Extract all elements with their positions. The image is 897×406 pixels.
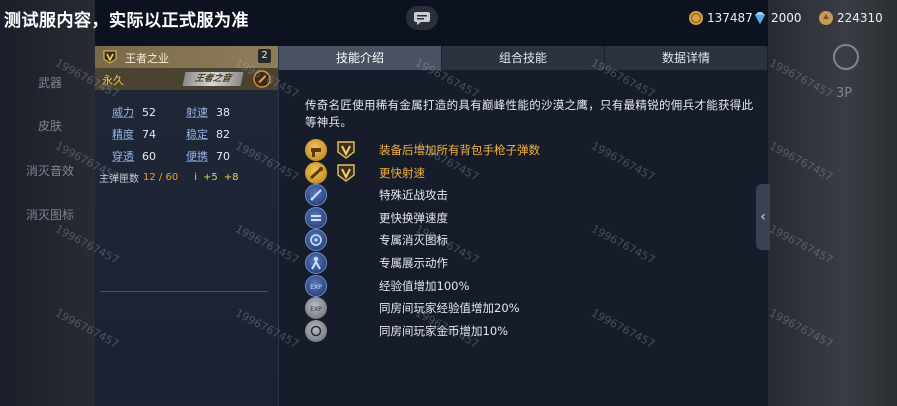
chat-button[interactable] — [406, 6, 438, 30]
vip-v-icon — [337, 163, 355, 182]
stat-penetration: 穿透 60 — [112, 148, 156, 164]
diamond-counter: 2000 — [752, 10, 802, 26]
weapon-description: 传奇名匠使用稀有金属打造的具有巅峰性能的沙漠之鹰，只有最精锐的佣兵才能获得此等神… — [305, 98, 754, 129]
ammo-label: 主弹匣数 — [99, 174, 139, 185]
side-tab-weapon[interactable]: 武器 — [10, 74, 90, 91]
king-tag-badge: 王者之音 — [182, 72, 244, 86]
gold-coin-icon — [689, 11, 703, 25]
fire-rate-icon — [305, 161, 327, 184]
skill-row: 更快射速 — [305, 161, 745, 184]
weapon-name: 王者之业 — [125, 52, 169, 65]
tab-combo-skill[interactable]: 组合技能 — [442, 46, 605, 70]
pistol-ammo-icon — [305, 139, 327, 161]
stat-value: 60 — [142, 149, 156, 163]
background-right — [768, 0, 897, 406]
skill-name: 专属消灭图标 — [379, 233, 448, 248]
svg-text:EXP: EXP — [310, 306, 322, 313]
stat-label: 稳定 — [186, 128, 208, 141]
side-tab-skin[interactable]: 皮肤 — [10, 117, 90, 134]
diamond-icon — [755, 12, 765, 24]
skill-name: 装备后增加所有背包手枪子弹数 — [379, 143, 540, 157]
room-exp-icon: EXP — [305, 297, 327, 320]
skill-row: 特殊近战攻击 — [305, 184, 745, 207]
ammo-bonus-1: +5 — [202, 172, 218, 183]
diamond-value: 2000 — [771, 11, 802, 25]
stat-value: 74 — [142, 127, 156, 141]
skill-name: 特殊近战攻击 — [379, 188, 448, 203]
stat-accuracy: 精度 74 — [112, 126, 156, 142]
vip-v-icon — [103, 50, 117, 64]
gold-coin-value: 137487 — [707, 11, 753, 25]
test-server-notice: 测试服内容，实际以正式服为准 — [4, 11, 249, 31]
stat-value: 38 — [216, 105, 230, 119]
side-tab-kill-icon[interactable]: 消灭图标 — [10, 206, 90, 223]
ammo-value: 12 / 60 — [143, 172, 179, 183]
weapon-info-panel: 王者之业 2 永久 王者之音 威力 52 射速 38 精度 74 稳定 82 穿… — [95, 46, 279, 406]
reload-speed-icon — [305, 206, 327, 229]
stat-portability: 便携 70 — [186, 148, 230, 164]
chat-bubble-icon — [414, 12, 430, 25]
stat-value: 70 — [216, 149, 230, 163]
weapon-emblem-icon — [253, 70, 271, 88]
weapon-count-badge: 2 — [258, 49, 271, 63]
side-tab-kill-sound[interactable]: 消灭音效 — [10, 162, 90, 179]
melee-attack-icon — [305, 184, 327, 207]
stat-label: 精度 — [112, 128, 134, 141]
stat-fire-rate: 射速 38 — [186, 104, 230, 120]
stat-power: 威力 52 — [112, 104, 156, 120]
skill-row: 专属展示动作 — [305, 252, 745, 274]
skill-name: 专属展示动作 — [379, 256, 448, 270]
ammo-bonus-icon: i — [194, 172, 197, 183]
skill-name: 经验值增加100% — [379, 278, 470, 293]
stat-label: 威力 — [112, 106, 134, 119]
divider — [100, 291, 268, 292]
target-icon[interactable] — [833, 44, 859, 70]
vip-v-icon — [337, 141, 355, 159]
tab-bar: 技能介绍 组合技能 数据详情 — [279, 46, 768, 70]
skill-row: EXP 同房间玩家经验值增加20% — [305, 297, 745, 320]
skill-row: EXP 经验值增加100% — [305, 274, 745, 297]
display-action-icon — [305, 252, 327, 274]
stat-label: 便携 — [186, 150, 208, 163]
stat-value: 82 — [216, 127, 230, 141]
tab-data-details[interactable]: 数据详情 — [605, 46, 768, 70]
ammo-info: 主弹匣数 12 / 60 i +5 +8 — [99, 170, 238, 185]
tab-skill-intro[interactable]: 技能介绍 — [279, 46, 442, 70]
skill-name: 同房间玩家经验值增加20% — [379, 301, 520, 316]
skill-row: 专属消灭图标 — [305, 229, 745, 252]
honor-coin-icon — [819, 11, 833, 25]
honor-coin-value: 224310 — [837, 11, 883, 25]
kill-icon-icon — [305, 229, 327, 252]
stat-label: 射速 — [186, 106, 208, 119]
gold-coin-counter: 137487 — [688, 10, 753, 26]
background-left: 武器 皮肤 消灭音效 消灭图标 — [0, 0, 95, 406]
skill-name: 更快射速 — [379, 165, 425, 180]
skill-panel: 技能介绍 组合技能 数据详情 传奇名匠使用稀有金属打造的具有巅峰性能的沙漠之鹰，… — [279, 46, 768, 406]
room-coin-icon — [305, 319, 327, 342]
weapon-duration: 永久 — [102, 74, 124, 87]
skill-row: 装备后增加所有背包手枪子弹数 — [305, 139, 745, 161]
skill-row: 更快换弹速度 — [305, 206, 745, 229]
stat-value: 52 — [142, 105, 156, 119]
svg-text:EXP: EXP — [310, 284, 322, 291]
skill-name: 更快换弹速度 — [379, 210, 448, 225]
view-toggle-button[interactable]: 3P — [836, 86, 852, 101]
stat-label: 穿透 — [112, 150, 134, 163]
stat-stability: 稳定 82 — [186, 126, 230, 142]
collapse-panel-button[interactable]: ‹ — [756, 184, 770, 250]
ammo-bonus-2: +8 — [223, 172, 239, 183]
chevron-left-icon: ‹ — [760, 209, 766, 225]
weapon-sub-header: 永久 王者之音 — [95, 68, 278, 90]
weapon-header: 王者之业 2 — [95, 46, 278, 68]
exp-icon: EXP — [305, 274, 327, 297]
skill-row: 同房间玩家金币增加10% — [305, 319, 745, 342]
honor-coin-counter: 224310 — [818, 10, 883, 26]
skill-name: 同房间玩家金币增加10% — [379, 323, 509, 338]
